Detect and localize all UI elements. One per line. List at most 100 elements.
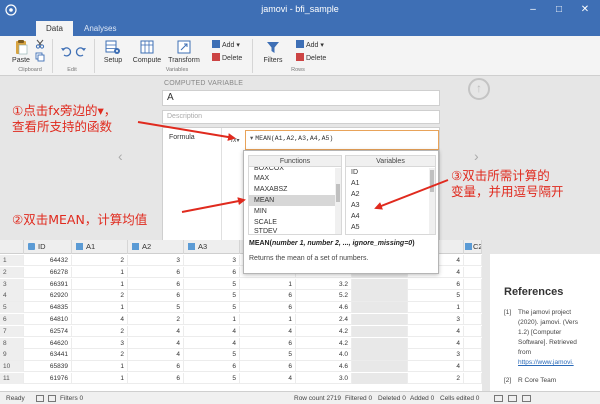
cell-a5[interactable]: 2.4 xyxy=(296,314,352,325)
cell-a5[interactable]: 4.2 xyxy=(296,325,352,337)
variables-scrollbar[interactable] xyxy=(429,168,435,234)
cell-id[interactable]: 65839 xyxy=(24,361,72,373)
paste-button[interactable]: Paste xyxy=(8,39,34,64)
compute-button[interactable]: Compute xyxy=(132,39,162,64)
variable-item[interactable]: A5 xyxy=(346,222,435,233)
cell-c1[interactable]: 3 xyxy=(408,349,464,361)
cell-a4[interactable]: 4 xyxy=(240,325,296,337)
cell-id[interactable]: 63441 xyxy=(24,349,72,361)
cell-a3[interactable]: 1 xyxy=(184,314,240,325)
column-header-id[interactable]: ID xyxy=(24,240,72,254)
cell-computed[interactable] xyxy=(352,361,408,373)
undo-icon[interactable] xyxy=(60,45,72,57)
scroll-thumb[interactable] xyxy=(336,184,340,202)
cell-a3[interactable]: 5 xyxy=(184,278,240,290)
cell-a4[interactable]: 1 xyxy=(240,278,296,290)
cell-c2[interactable] xyxy=(464,255,482,266)
cell-a3[interactable]: 5 xyxy=(184,290,240,302)
cell-a5[interactable]: 3.0 xyxy=(296,373,352,384)
cell-id[interactable]: 64620 xyxy=(24,337,72,349)
cell-a3[interactable]: 4 xyxy=(184,337,240,349)
cell-a4[interactable]: 6 xyxy=(240,290,296,302)
layout-toggle-icon[interactable] xyxy=(494,395,503,402)
delete-variable-button[interactable]: Delete xyxy=(212,53,242,62)
cell-a3[interactable]: 5 xyxy=(184,373,240,384)
cell-a2[interactable]: 6 xyxy=(128,290,184,302)
cell-a5[interactable]: 5.2 xyxy=(296,290,352,302)
add-variable-button[interactable]: Add ▾ xyxy=(212,40,240,49)
cell-c1[interactable]: 4 xyxy=(408,337,464,349)
cell-c1[interactable]: 4 xyxy=(408,361,464,373)
cell-c2[interactable] xyxy=(464,349,482,361)
cell-a1[interactable]: 1 xyxy=(72,278,128,290)
cell-computed[interactable] xyxy=(352,314,408,325)
column-header-a2[interactable]: A2 xyxy=(128,240,184,254)
delete-row-button[interactable]: Delete xyxy=(296,53,326,62)
scroll-thumb[interactable] xyxy=(430,170,434,192)
cell-id[interactable]: 62920 xyxy=(24,290,72,302)
add-row-button[interactable]: Add ▾ xyxy=(296,40,324,49)
layout-toggle-icon[interactable] xyxy=(508,395,517,402)
cell-c1[interactable]: 4 xyxy=(408,325,464,337)
variable-item[interactable]: A3 xyxy=(346,200,435,211)
cell-a5[interactable]: 4.6 xyxy=(296,302,352,314)
cell-a2[interactable]: 5 xyxy=(128,302,184,314)
cell-c1[interactable]: 6 xyxy=(408,278,464,290)
variable-item[interactable]: ID xyxy=(346,167,435,178)
cell-c1[interactable]: 2 xyxy=(408,373,464,384)
variable-item[interactable]: A4 xyxy=(346,211,435,222)
cell-c1[interactable]: 5 xyxy=(408,290,464,302)
variable-name-input[interactable]: A xyxy=(162,90,440,106)
redo-icon[interactable] xyxy=(75,45,87,57)
formula-input[interactable]: ▾ MEAN(A1,A2,A3,A4,A5) xyxy=(245,130,439,150)
tab-analyses[interactable]: Analyses xyxy=(74,21,126,36)
cell-a4[interactable]: 6 xyxy=(240,361,296,373)
cell-computed[interactable] xyxy=(352,337,408,349)
cell-a5[interactable]: 3.2 xyxy=(296,278,352,290)
cell-a2[interactable]: 4 xyxy=(128,349,184,361)
variables-list[interactable]: Variables ID A1 A2 A3 A4 A5 xyxy=(345,155,436,235)
description-input[interactable]: Description xyxy=(162,110,440,124)
cell-a4[interactable]: 6 xyxy=(240,302,296,314)
cell-a4[interactable]: 6 xyxy=(240,337,296,349)
copy-icon[interactable] xyxy=(35,52,45,62)
cell-a3[interactable]: 5 xyxy=(184,349,240,361)
fx-button[interactable]: fx▾ xyxy=(231,137,239,144)
cell-c2[interactable] xyxy=(464,290,482,302)
cell-c2[interactable] xyxy=(464,278,482,290)
cell-id[interactable]: 64810 xyxy=(24,314,72,325)
cell-c2[interactable] xyxy=(464,361,482,373)
cell-a2[interactable]: 6 xyxy=(128,373,184,384)
cell-id[interactable]: 61976 xyxy=(24,373,72,384)
variable-item[interactable]: A1 xyxy=(346,178,435,189)
cell-a3[interactable]: 3 xyxy=(184,255,240,266)
table-row[interactable]: 11 61976 1 6 5 4 3.0 2 xyxy=(0,373,482,385)
table-row[interactable]: 6 64810 4 2 1 1 2.4 3 xyxy=(0,314,482,326)
minimize-button[interactable]: – xyxy=(520,0,546,20)
cell-computed[interactable] xyxy=(352,373,408,384)
function-item[interactable]: MIN xyxy=(249,206,341,217)
cell-c2[interactable] xyxy=(464,337,482,349)
table-row[interactable]: 4 62920 2 6 5 6 5.2 5 xyxy=(0,290,482,302)
maximize-button[interactable]: □ xyxy=(546,0,572,20)
cell-a1[interactable]: 2 xyxy=(72,325,128,337)
dropdown-caret-icon[interactable]: ▾ xyxy=(250,135,253,142)
cell-a2[interactable]: 4 xyxy=(128,337,184,349)
cell-c2[interactable] xyxy=(464,266,482,278)
cell-c2[interactable] xyxy=(464,373,482,384)
table-row[interactable]: 3 66391 1 6 5 1 3.2 6 xyxy=(0,278,482,290)
cell-computed[interactable] xyxy=(352,290,408,302)
cut-icon[interactable] xyxy=(35,39,45,49)
cell-a5[interactable]: 4.6 xyxy=(296,361,352,373)
cell-a1[interactable]: 3 xyxy=(72,337,128,349)
cell-id[interactable]: 64835 xyxy=(24,302,72,314)
function-item-selected[interactable]: MEAN xyxy=(249,195,341,206)
cell-a1[interactable]: 1 xyxy=(72,266,128,278)
cell-c2[interactable] xyxy=(464,302,482,314)
cell-a3[interactable]: 6 xyxy=(184,266,240,278)
functions-list[interactable]: Functions BOXCOX MAX MAXABSZ MEAN MIN SC… xyxy=(248,155,342,235)
cell-a2[interactable]: 6 xyxy=(128,361,184,373)
cell-a5[interactable]: 4.2 xyxy=(296,337,352,349)
cell-a1[interactable]: 1 xyxy=(72,361,128,373)
cell-computed[interactable] xyxy=(352,349,408,361)
